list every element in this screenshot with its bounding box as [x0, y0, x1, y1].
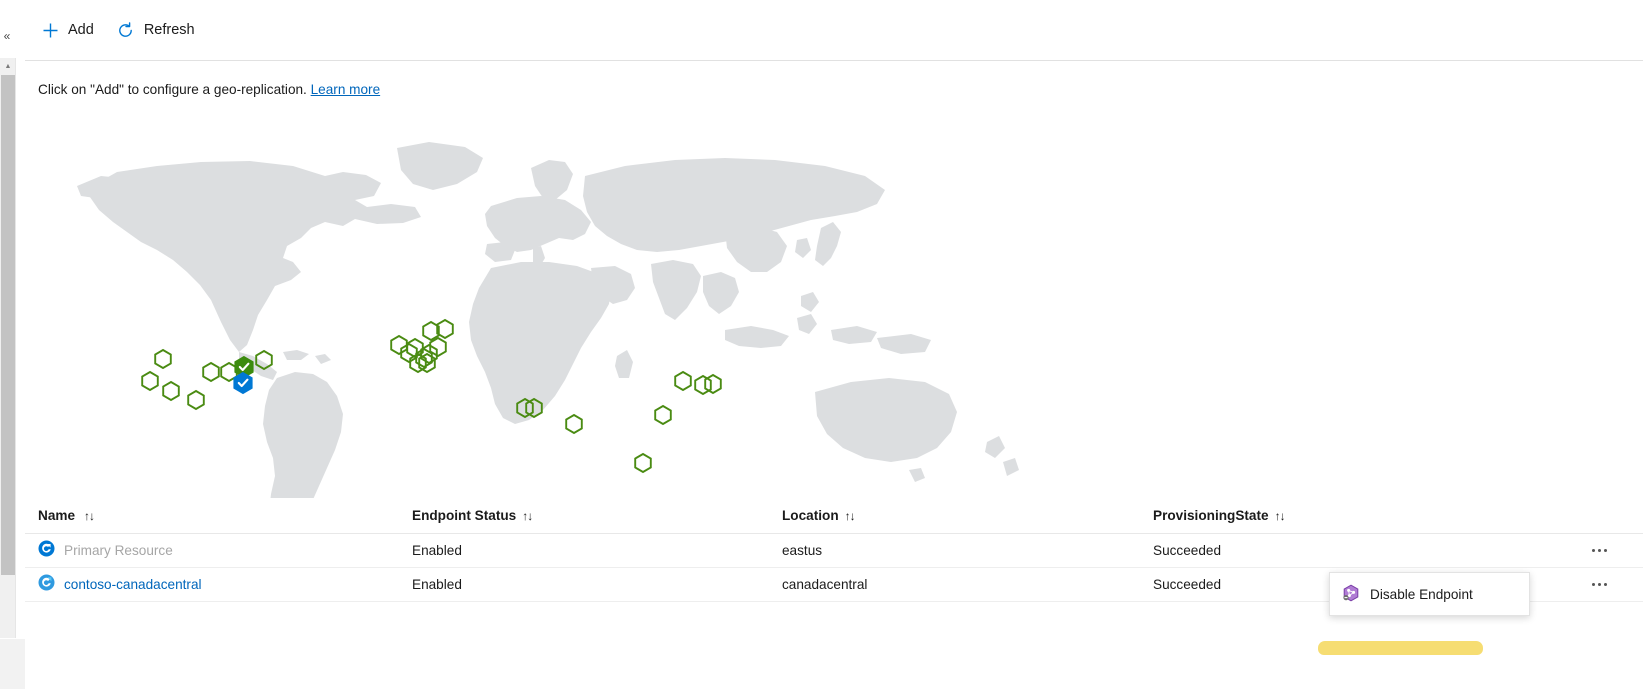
disable-endpoint-icon — [1342, 584, 1360, 605]
context-menu-item-disable-endpoint[interactable]: Disable Endpoint — [1330, 577, 1529, 611]
row-context-menu: Disable Endpoint — [1329, 572, 1530, 616]
collapse-panel-chevron-icon[interactable]: « — [0, 26, 14, 46]
cell-location: canadacentral — [782, 577, 868, 592]
page-scrollbar[interactable]: ▲ — [0, 58, 16, 638]
map-marker-westus[interactable] — [141, 370, 159, 392]
column-header-endpoint-status[interactable]: Endpoint Status ↑↓ — [412, 508, 782, 523]
column-header-location-label: Location — [782, 508, 839, 523]
map-marker-northcentralus[interactable] — [202, 361, 220, 383]
azure-frontdoor-icon — [38, 540, 55, 562]
column-header-name-label: Name — [38, 508, 76, 523]
map-marker-northeurope[interactable] — [390, 334, 408, 356]
cell-name: contoso-canadacentral — [38, 574, 412, 596]
bottom-left-strip — [0, 639, 25, 689]
map-marker-koreacentral[interactable] — [674, 370, 692, 392]
map-marker-southeastasia[interactable] — [634, 452, 652, 474]
cell-name: Primary Resource — [38, 540, 412, 562]
add-button-label: Add — [68, 22, 94, 38]
map-marker-eastus[interactable] — [233, 371, 253, 395]
table-header-row: Name ↑↓ Endpoint Status ↑↓ Location ↑↓ P… — [25, 498, 1643, 534]
column-header-location[interactable]: Location ↑↓ — [782, 508, 1153, 523]
scrollbar-thumb[interactable] — [1, 75, 15, 575]
description-label: Click on "Add" to configure a geo-replic… — [38, 82, 307, 97]
column-header-name[interactable]: Name ↑↓ — [38, 508, 412, 523]
map-marker-centralindia[interactable] — [565, 413, 583, 435]
map-marker-westus2[interactable] — [154, 348, 172, 370]
column-header-endpoint-status-label: Endpoint Status — [412, 508, 517, 523]
world-map-svg — [77, 142, 1019, 498]
sort-icon[interactable]: ↑↓ — [84, 509, 95, 523]
map-markers — [141, 318, 722, 474]
cell-provisioning-state: Succeeded — [1153, 543, 1222, 558]
refresh-button-label: Refresh — [143, 22, 195, 38]
sort-icon[interactable]: ↑↓ — [1275, 509, 1286, 523]
map-marker-japanwest[interactable] — [704, 373, 722, 395]
description-text: Click on "Add" to configure a geo-replic… — [38, 82, 380, 97]
row-actions-menu-icon[interactable] — [1585, 574, 1613, 596]
cell-endpoint-status: Enabled — [412, 543, 462, 558]
table-row[interactable]: Primary Resource Enabled eastus Succeede… — [25, 534, 1643, 568]
map-marker-southcentralus[interactable] — [187, 389, 205, 411]
cell-name-text: Primary Resource — [64, 543, 173, 558]
geo-replication-page: « ▲ Add Refresh Click on "Add" to config… — [0, 0, 1643, 689]
column-header-provisioning-state[interactable]: ProvisioningState ↑↓ — [1153, 508, 1643, 523]
refresh-button[interactable]: Refresh — [114, 13, 206, 47]
map-landmasses — [77, 142, 1019, 498]
azure-frontdoor-replica-icon — [38, 574, 55, 596]
row-actions-menu-icon[interactable] — [1585, 540, 1613, 562]
cell-location: eastus — [782, 543, 823, 558]
scrollbar-up-arrow-icon[interactable]: ▲ — [0, 58, 16, 74]
plus-icon — [41, 21, 59, 39]
world-map[interactable] — [25, 120, 1225, 498]
command-bar: Add Refresh — [25, 0, 1643, 61]
context-menu-item-label: Disable Endpoint — [1370, 586, 1473, 602]
column-header-provisioning-state-label: ProvisioningState — [1153, 508, 1269, 523]
learn-more-link[interactable]: Learn more — [311, 82, 381, 97]
sort-icon[interactable]: ↑↓ — [522, 509, 533, 523]
sort-icon[interactable]: ↑↓ — [845, 509, 856, 523]
cell-name-link[interactable]: contoso-canadacentral — [64, 577, 202, 592]
highlighter-annotation — [1318, 641, 1483, 655]
refresh-icon — [117, 21, 135, 39]
map-marker-westus3[interactable] — [162, 380, 180, 402]
cell-endpoint-status: Enabled — [412, 577, 462, 592]
map-marker-eastasia[interactable] — [654, 404, 672, 426]
add-button[interactable]: Add — [38, 13, 105, 47]
